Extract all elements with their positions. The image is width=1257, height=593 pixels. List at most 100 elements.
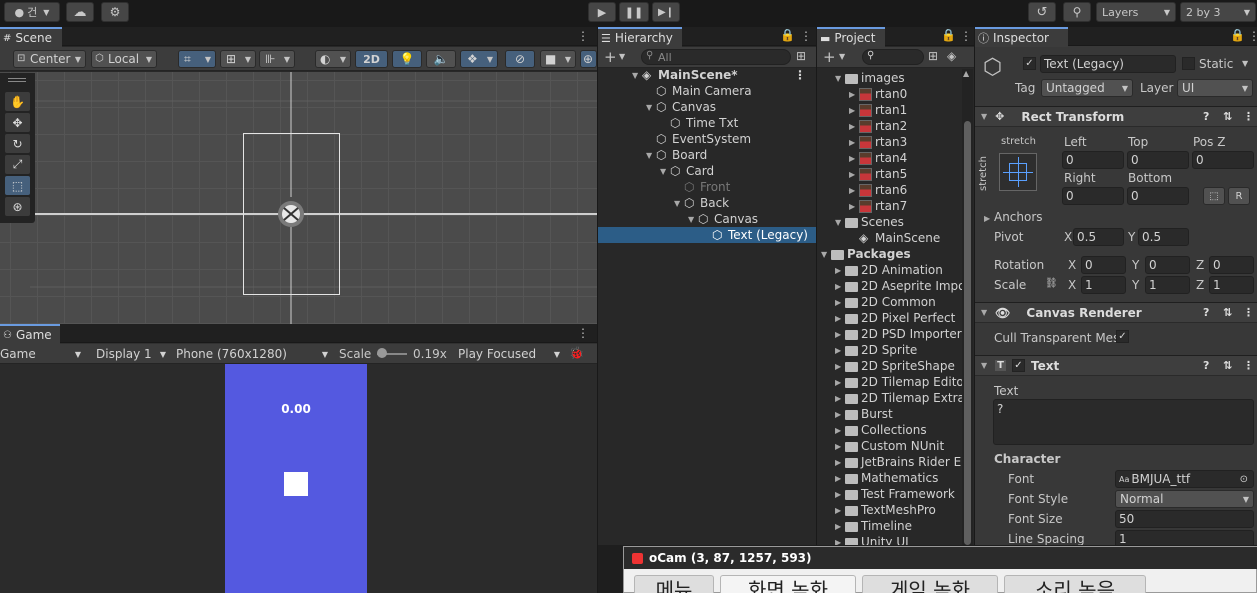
right-field[interactable]: 0 [1062, 187, 1124, 205]
project-item[interactable]: ▶ Mathematics [817, 470, 962, 486]
scale-x-field[interactable]: 1 [1081, 276, 1126, 294]
fold-closed-icon[interactable]: ▶ [835, 538, 845, 546]
rot-x-field[interactable]: 0 [1081, 256, 1126, 274]
project-item[interactable]: ▶ 2D Tilemap Extra [817, 390, 962, 406]
left-field[interactable]: 0 [1062, 151, 1124, 169]
project-item[interactable]: ▶ 2D Sprite [817, 342, 962, 358]
help-icon[interactable]: ? [1203, 306, 1209, 319]
hierarchy-item[interactable]: ⬡ EventSystem [598, 131, 816, 147]
project-item[interactable]: ▶ rtan3 [817, 134, 962, 150]
project-item[interactable]: ▶ 2D Common [817, 294, 962, 310]
project-item[interactable]: ▶ rtan5 [817, 166, 962, 182]
raw-edit-button[interactable]: R [1228, 187, 1250, 205]
posz-field[interactable]: 0 [1192, 151, 1254, 169]
scrollbar-thumb[interactable] [964, 121, 971, 545]
fold-closed-icon[interactable]: ▶ [849, 154, 859, 163]
lock-icon[interactable]: 🔒 [941, 28, 956, 42]
fold-open-icon[interactable]: ▼ [674, 199, 684, 208]
fold-open-icon[interactable]: ▼ [646, 103, 656, 112]
scale-slider-handle[interactable] [377, 348, 387, 358]
fold-closed-icon[interactable]: ▶ [835, 426, 845, 435]
pivot-y-field[interactable]: 0.5 [1138, 228, 1189, 246]
fold-closed-icon[interactable]: ▶ [849, 106, 859, 115]
fold-closed-icon[interactable]: ▶ [835, 442, 845, 451]
blueprint-button[interactable]: ⬚ [1203, 187, 1225, 205]
more-icon[interactable]: ⋮ [794, 68, 806, 82]
project-item[interactable]: ▶ 2D SpriteShape [817, 358, 962, 374]
pivot-x-field[interactable]: 0.5 [1073, 228, 1124, 246]
font-size-field[interactable]: 50 [1115, 510, 1254, 528]
tab-scene[interactable]: # Scene [0, 27, 62, 47]
hierarchy-item[interactable]: ⬡ Time Txt [598, 115, 816, 131]
collab-button[interactable]: ⚙ [101, 2, 129, 22]
fold-closed-icon[interactable]: ▶ [835, 490, 845, 499]
tag-icon[interactable]: ◈ [947, 49, 956, 63]
help-icon[interactable]: ? [1203, 110, 1209, 123]
move-tool-button[interactable]: ✥ [5, 113, 30, 132]
rect-tool-button[interactable]: ⬚ [5, 176, 30, 195]
lock-icon[interactable]: 🔒 [780, 28, 795, 42]
play-button[interactable]: ▶ [588, 2, 616, 22]
ruler-button[interactable]: ⊪ ▼ [259, 50, 295, 68]
visibility-button[interactable]: ⊘ [505, 50, 535, 68]
rect-transform-header[interactable]: ▼ ✥ Rect Transform ? ⇅ ⋮ [975, 106, 1257, 127]
fold-closed-icon[interactable]: ▶ [849, 122, 859, 131]
project-item[interactable]: ▶ 2D Animation [817, 262, 962, 278]
cull-checkbox[interactable]: ✓ [1116, 330, 1129, 343]
game-viewport[interactable]: 0.00 [0, 364, 597, 593]
search-button[interactable]: ⚲ [1063, 2, 1091, 22]
project-item[interactable]: ▶ rtan0 [817, 86, 962, 102]
top-field[interactable]: 0 [1127, 151, 1189, 169]
step-button[interactable]: ▶❙ [652, 2, 680, 22]
object-picker-icon[interactable]: ⊙ [1240, 474, 1248, 485]
snap-grid-button[interactable]: ⌗ ▼ [178, 50, 216, 68]
preset-icon[interactable]: ⇅ [1223, 359, 1232, 372]
hierarchy-item[interactable]: ▼ ⬡ Canvas [598, 99, 816, 115]
fold-closed-icon[interactable]: ▶ [849, 202, 859, 211]
display-dropdown[interactable]: Display 1 ▼ [96, 345, 170, 363]
layer-dropdown[interactable]: UI ▼ [1177, 79, 1253, 97]
hierarchy-search-input[interactable]: ⚲ All [641, 49, 791, 65]
project-item[interactable]: ▶ Timeline [817, 518, 962, 534]
hierarchy-item[interactable]: ⬡ Text (Legacy) [598, 227, 816, 243]
space-mode-dropdown[interactable]: ⬡ Local ▼ [91, 50, 157, 68]
fold-open-icon[interactable]: ▼ [688, 215, 698, 224]
scroll-up-icon[interactable]: ▲ [963, 69, 969, 78]
more-icon[interactable]: ⋮ [800, 29, 812, 43]
account-dropdown[interactable]: ● 건 ▼ [4, 2, 60, 22]
anchor-preset-button[interactable] [999, 153, 1037, 191]
fold-closed-icon[interactable]: ▶ [835, 394, 845, 403]
fold-closed-icon[interactable]: ▶ [835, 378, 845, 387]
object-name-field[interactable]: Text (Legacy) [1040, 55, 1176, 73]
fold-closed-icon[interactable]: ▶ [835, 314, 845, 323]
fold-closed-icon[interactable]: ▶ [835, 266, 845, 275]
preset-icon[interactable]: ⇅ [1223, 306, 1232, 319]
project-scrollbar[interactable]: ▲ [962, 69, 973, 545]
scale-y-field[interactable]: 1 [1145, 276, 1190, 294]
hierarchy-item[interactable]: ▼ ⬡ Canvas [598, 211, 816, 227]
resolution-dropdown[interactable]: Phone (760x1280) ▼ [176, 345, 332, 363]
more-icon[interactable]: ⋮ [1248, 29, 1257, 43]
hierarchy-item[interactable]: ⬡ Front [598, 179, 816, 195]
project-item[interactable]: ▶ JetBrains Rider E [817, 454, 962, 470]
canvas-renderer-header[interactable]: ▼ 👁 Canvas Renderer ? ⇅ ⋮ [975, 302, 1257, 323]
audio-button[interactable]: 🔈 [426, 50, 456, 68]
rot-z-field[interactable]: 0 [1209, 256, 1254, 274]
fold-open-icon[interactable]: ▼ [835, 218, 845, 227]
project-item[interactable]: ▶ 2D Tilemap Edito [817, 374, 962, 390]
lighting-button[interactable]: 💡 [392, 50, 422, 68]
search-options-icon[interactable]: ⊞ [796, 49, 806, 63]
fold-closed-icon[interactable]: ▶ [835, 506, 845, 515]
help-icon[interactable]: ? [1203, 359, 1209, 372]
project-item[interactable]: ▶ TextMeshPro [817, 502, 962, 518]
fold-closed-icon[interactable]: ▶ [849, 138, 859, 147]
pivot-mode-dropdown[interactable]: ⊡ Center ▼ [13, 50, 86, 68]
cloud-button[interactable]: ☁ [66, 2, 94, 22]
project-item[interactable]: ▶ 2D PSD Importer [817, 326, 962, 342]
fold-closed-icon[interactable]: ▶ [849, 170, 859, 179]
project-item[interactable]: ▶ rtan4 [817, 150, 962, 166]
more-icon[interactable]: ⋮ [1243, 306, 1254, 319]
tab-inspector[interactable]: ⓘ Inspector [975, 27, 1068, 47]
transform-tool-button[interactable]: ⊛ [5, 197, 30, 216]
fold-closed-icon[interactable]: ▶ [835, 474, 845, 483]
